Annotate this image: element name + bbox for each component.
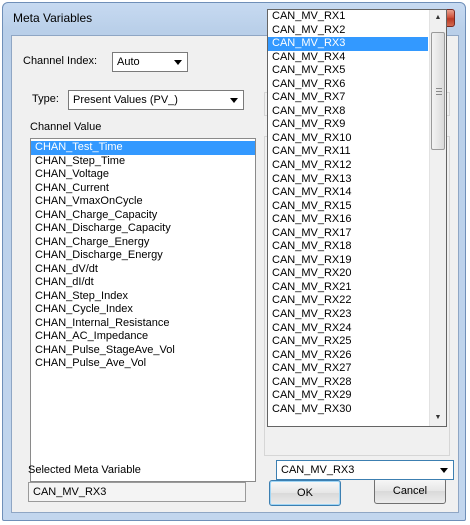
list-item[interactable]: CHAN_Internal_Resistance <box>31 317 255 331</box>
dropdown-option[interactable]: CAN_MV_RX22 <box>268 294 428 308</box>
dropdown-option[interactable]: CAN_MV_RX13 <box>268 173 428 187</box>
meta-variables-dialog: Meta Variables X Channel Index: Auto Typ… <box>2 2 466 521</box>
dropdown-option[interactable]: CAN_MV_RX20 <box>268 267 428 281</box>
dropdown-option[interactable]: CAN_MV_RX21 <box>268 281 428 295</box>
selected-meta-variable-field: CAN_MV_RX3 <box>28 482 246 502</box>
dropdown-option[interactable]: CAN_MV_RX29 <box>268 389 428 403</box>
list-item[interactable]: CHAN_VmaxOnCycle <box>31 195 255 209</box>
arrow-down-icon: ▼ <box>434 414 442 421</box>
channel-value-list[interactable]: CHAN_Test_Time CHAN_Step_Time CHAN_Voltage… <box>30 138 256 482</box>
channel-index-label: Channel Index: <box>23 55 97 67</box>
dropdown-option[interactable]: CAN_MV_RX3 <box>268 37 428 51</box>
dropdown-option[interactable]: CAN_MV_RX17 <box>268 227 428 241</box>
dropdown-option[interactable]: CAN_MV_RX25 <box>268 335 428 349</box>
can-mv-dropdown-list[interactable]: CAN_MV_RX1 CAN_MV_RX2 CAN_MV_RX3 CAN_MV_RX4… <box>267 9 447 427</box>
list-item[interactable]: CHAN_Pulse_Ave_Vol <box>31 357 255 371</box>
list-item[interactable]: CHAN_Discharge_Energy <box>31 249 255 263</box>
can-mv-dropdown[interactable]: CAN_MV_RX3 <box>276 460 454 480</box>
chevron-down-icon <box>174 60 182 65</box>
can-mv-options: CAN_MV_RX1 CAN_MV_RX2 CAN_MV_RX3 CAN_MV_RX4… <box>268 10 446 416</box>
chevron-down-icon <box>230 98 238 103</box>
chevron-down-icon <box>440 468 448 473</box>
dropdown-option[interactable]: CAN_MV_RX15 <box>268 200 428 214</box>
dropdown-option[interactable]: CAN_MV_RX26 <box>268 349 428 363</box>
dropdown-option[interactable]: CAN_MV_RX24 <box>268 322 428 336</box>
list-item[interactable]: CHAN_Step_Time <box>31 155 255 169</box>
list-item[interactable]: CHAN_dI/dt <box>31 276 255 290</box>
dropdown-option[interactable]: CAN_MV_RX10 <box>268 132 428 146</box>
scroll-down-button[interactable]: ▼ <box>430 410 446 426</box>
dropdown-option[interactable]: CAN_MV_RX19 <box>268 254 428 268</box>
list-item[interactable]: CHAN_Cycle_Index <box>31 303 255 317</box>
ok-button[interactable]: OK <box>269 480 341 506</box>
list-item[interactable]: CHAN_Pulse_StageAve_Vol <box>31 344 255 358</box>
dropdown-option[interactable]: CAN_MV_RX7 <box>268 91 428 105</box>
list-item[interactable]: CHAN_AC_Impedance <box>31 330 255 344</box>
selected-meta-variable-label: Selected Meta Variable <box>28 464 141 476</box>
selected-meta-variable-value: CAN_MV_RX3 <box>33 486 107 498</box>
channel-index-dropdown[interactable]: Auto <box>112 52 188 72</box>
grip-line <box>436 91 442 92</box>
dropdown-option[interactable]: CAN_MV_RX16 <box>268 213 428 227</box>
type-value: Present Values (PV_) <box>73 94 178 106</box>
list-item[interactable]: CHAN_Test_Time <box>31 141 255 155</box>
list-item[interactable]: CHAN_Charge_Energy <box>31 236 255 250</box>
dropdown-option[interactable]: CAN_MV_RX18 <box>268 240 428 254</box>
dropdown-option[interactable]: CAN_MV_RX8 <box>268 105 428 119</box>
dropdown-option[interactable]: CAN_MV_RX14 <box>268 186 428 200</box>
dialog-title: Meta Variables <box>13 11 93 25</box>
dropdown-option[interactable]: CAN_MV_RX23 <box>268 308 428 322</box>
list-item[interactable]: CHAN_Step_Index <box>31 290 255 304</box>
dropdown-option[interactable]: CAN_MV_RX2 <box>268 24 428 38</box>
dropdown-option[interactable]: CAN_MV_RX6 <box>268 78 428 92</box>
dropdown-option[interactable]: CAN_MV_RX5 <box>268 64 428 78</box>
dropdown-option[interactable]: CAN_MV_RX28 <box>268 376 428 390</box>
can-mv-dropdown-value: CAN_MV_RX3 <box>281 464 355 476</box>
dropdown-option[interactable]: CAN_MV_RX4 <box>268 51 428 65</box>
vertical-scrollbar[interactable]: ▲ ▼ <box>429 10 446 426</box>
list-item[interactable]: CHAN_Voltage <box>31 168 255 182</box>
scroll-up-button[interactable]: ▲ <box>430 10 446 26</box>
dropdown-option[interactable]: CAN_MV_RX27 <box>268 362 428 376</box>
dropdown-option[interactable]: CAN_MV_RX30 <box>268 403 428 417</box>
dropdown-option[interactable]: CAN_MV_RX12 <box>268 159 428 173</box>
type-label: Type: <box>32 93 59 105</box>
dropdown-option[interactable]: CAN_MV_RX1 <box>268 10 428 24</box>
type-dropdown[interactable]: Present Values (PV_) <box>68 90 244 110</box>
dropdown-option[interactable]: CAN_MV_RX11 <box>268 145 428 159</box>
grip-line <box>436 94 442 95</box>
dropdown-option[interactable]: CAN_MV_RX9 <box>268 118 428 132</box>
cancel-button[interactable]: Cancel <box>374 478 446 504</box>
list-item[interactable]: CHAN_Discharge_Capacity <box>31 222 255 236</box>
scrollbar-thumb[interactable] <box>431 32 445 150</box>
arrow-up-icon: ▲ <box>434 14 442 21</box>
list-item[interactable]: CHAN_Current <box>31 182 255 196</box>
grip-line <box>436 88 442 89</box>
channel-index-value: Auto <box>117 56 140 68</box>
channel-value-label: Channel Value <box>30 121 102 133</box>
list-item[interactable]: CHAN_Charge_Capacity <box>31 209 255 223</box>
list-item[interactable]: CHAN_dV/dt <box>31 263 255 277</box>
